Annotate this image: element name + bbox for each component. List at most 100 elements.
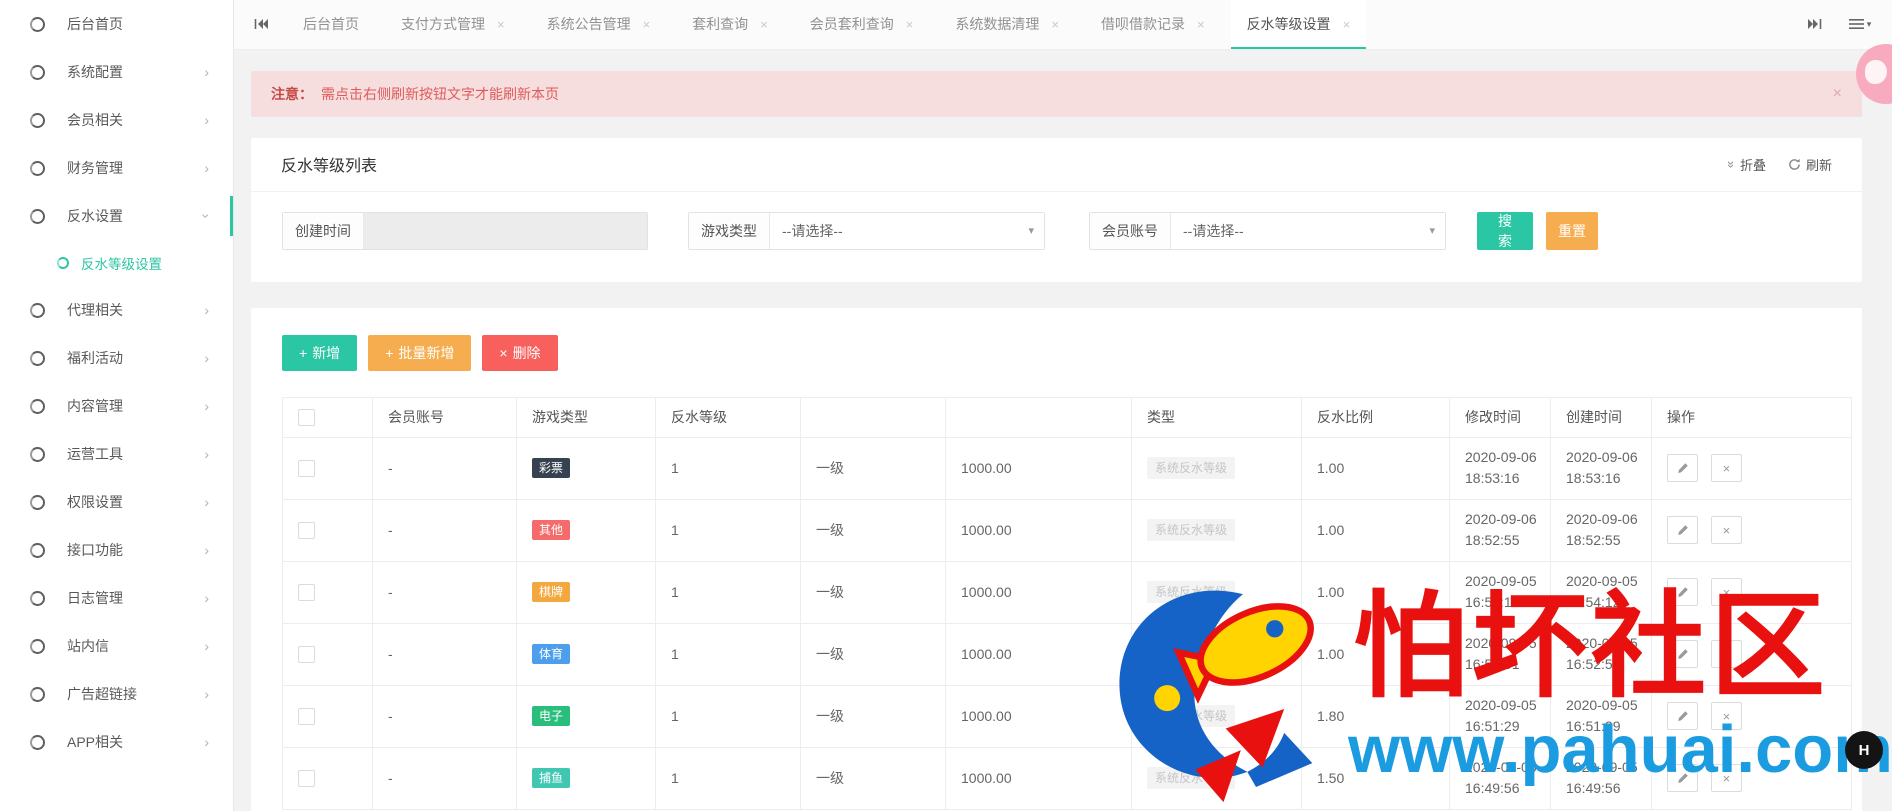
menu-ring-icon	[30, 734, 45, 750]
edit-row-button[interactable]	[1667, 702, 1698, 731]
close-notice-icon[interactable]: ×	[1833, 85, 1842, 103]
close-tab-icon[interactable]: ×	[760, 18, 768, 31]
sidebar-item[interactable]: 接口功能	[0, 526, 233, 574]
tab[interactable]: 会员套利查询 ×	[794, 0, 930, 49]
edit-row-button[interactable]	[1667, 454, 1698, 483]
close-tab-icon[interactable]: ×	[643, 18, 651, 31]
sidebar-item[interactable]: APP相关	[0, 718, 233, 766]
game-type-select[interactable]: --请选择-- ▾	[770, 212, 1044, 249]
sidebar-item[interactable]: 代理相关	[0, 286, 233, 334]
refresh-button[interactable]: 刷新	[1788, 155, 1832, 174]
cell-member: -	[372, 746, 517, 810]
scroll-tabs-right-icon[interactable]	[1794, 0, 1836, 49]
notice-label: 注意：	[271, 85, 313, 102]
create-time-input[interactable]	[364, 212, 647, 249]
close-tab-icon[interactable]: ×	[1197, 18, 1205, 31]
sidebar-item[interactable]: 财务管理	[0, 144, 233, 192]
tab[interactable]: 套利查询 ×	[676, 0, 784, 49]
menu-ring-icon	[30, 112, 45, 128]
sidebar-item[interactable]: 会员相关	[0, 96, 233, 144]
delete-row-button[interactable]: ×	[1710, 516, 1742, 545]
delete-row-button[interactable]: ×	[1710, 764, 1742, 793]
delete-row-button[interactable]: ×	[1710, 578, 1742, 607]
close-tab-icon[interactable]: ×	[497, 18, 505, 31]
reset-button[interactable]: 重置	[1546, 211, 1598, 250]
sidebar-item[interactable]: 反水设置	[0, 192, 233, 240]
col-ratio: 反水比例	[1301, 396, 1450, 438]
created-date: 2020-09-05	[1566, 573, 1638, 590]
sidebar-item-label: 权限设置	[67, 494, 123, 510]
sidebar-item[interactable]: 日志管理	[0, 574, 233, 622]
collapse-button[interactable]: » 折叠	[1724, 155, 1766, 174]
watermark-h-badge: H	[1845, 731, 1883, 769]
created-time: 16:51:29	[1566, 718, 1621, 735]
sidebar-item[interactable]: 广告超链接	[0, 670, 233, 718]
sidebar-item[interactable]: 福利活动	[0, 334, 233, 382]
menu-ring-icon	[30, 494, 45, 510]
chevron-icon	[204, 687, 209, 701]
edit-row-button[interactable]	[1667, 516, 1698, 545]
sidebar-item[interactable]: 内容管理	[0, 382, 233, 430]
chevron-icon	[204, 65, 209, 79]
game-type-label: 游戏类型	[689, 212, 770, 249]
tab[interactable]: 系统公告管理 ×	[531, 0, 667, 49]
sidebar-item[interactable]: 站内信	[0, 622, 233, 670]
main-area: 后台首页 支付方式管理 × 系统公告管理 × 套利查询 × 会员套利查询 × 系…	[234, 0, 1892, 811]
row-checkbox[interactable]	[298, 522, 315, 540]
row-checkbox[interactable]	[298, 584, 315, 602]
row-checkbox[interactable]	[298, 646, 315, 664]
cell-level-name: 一级	[800, 746, 946, 810]
delete-row-button[interactable]: ×	[1710, 702, 1742, 731]
sidebar-item[interactable]: 运营工具	[0, 430, 233, 478]
tab-menu-icon[interactable]: ▾	[1836, 0, 1884, 49]
filter-bar: 创建时间 游戏类型 --请选择-- ▾ 会员账号 --请选择-- ▾ 搜索 重置	[251, 192, 1862, 282]
delete-row-button[interactable]: ×	[1710, 454, 1742, 483]
chevron-icon	[204, 161, 209, 175]
tab[interactable]: 支付方式管理 ×	[385, 0, 521, 49]
refresh-icon	[1789, 158, 1800, 170]
sidebar-item[interactable]: 权限设置	[0, 478, 233, 526]
edit-row-button[interactable]	[1667, 764, 1698, 793]
modified-date: 2020-09-05	[1465, 697, 1537, 714]
tab-label: 借呗借款记录	[1100, 16, 1185, 33]
add-button[interactable]: + 新增	[282, 334, 358, 371]
plus-icon: +	[385, 344, 394, 361]
caret-down-icon: ▾	[1028, 225, 1034, 238]
cell-ratio: 1.50	[1301, 746, 1450, 810]
menu-ring-icon	[30, 64, 45, 80]
member-account-select[interactable]: --请选择-- ▾	[1171, 212, 1445, 249]
edit-row-button[interactable]	[1667, 578, 1698, 607]
cell-amount: 1000.00	[945, 498, 1132, 562]
modified-time: 16:52:51	[1465, 656, 1520, 673]
cell-level: 1	[655, 622, 801, 686]
filter-member-account: 会员账号 --请选择-- ▾	[1089, 211, 1446, 250]
close-tab-icon[interactable]: ×	[1343, 18, 1351, 31]
chevron-icon	[204, 351, 209, 365]
sidebar-item[interactable]: 系统配置	[0, 48, 233, 96]
table-header-row: 会员账号 游戏类型 反水等级 类型 反水比例 修改时间 创建时间 操作	[282, 396, 1852, 438]
delete-label: 删除	[512, 344, 541, 361]
row-checkbox[interactable]	[298, 708, 315, 726]
tab[interactable]: 系统数据清理 ×	[939, 0, 1075, 49]
batch-add-button[interactable]: + 批量新增	[368, 334, 472, 371]
scroll-tabs-left-icon[interactable]	[240, 0, 282, 49]
chevron-icon	[204, 495, 209, 509]
row-checkbox[interactable]	[298, 460, 315, 478]
sidebar-item[interactable]: 后台首页	[0, 0, 233, 48]
tab[interactable]: 反水等级设置 ×	[1230, 0, 1367, 49]
sidebar-item[interactable]: 反水等级设置	[0, 240, 233, 286]
delete-button[interactable]: × 删除	[482, 334, 558, 371]
tab[interactable]: 借呗借款记录 ×	[1085, 0, 1221, 49]
sidebar-item-label: 财务管理	[67, 160, 123, 176]
pencil-icon	[1677, 773, 1688, 784]
table-row: - 彩票 1 一级 1000.00 系统反水等级 1.00 2020-09-06…	[282, 436, 1852, 500]
tab[interactable]: 后台首页	[287, 0, 375, 49]
close-tab-icon[interactable]: ×	[1051, 18, 1059, 31]
delete-row-button[interactable]: ×	[1710, 640, 1742, 669]
type-badge: 系统反水等级	[1147, 457, 1236, 480]
close-tab-icon[interactable]: ×	[906, 18, 914, 31]
select-all-checkbox[interactable]	[298, 409, 315, 427]
edit-row-button[interactable]	[1667, 640, 1698, 669]
search-button[interactable]: 搜索	[1477, 211, 1533, 250]
row-checkbox[interactable]	[298, 770, 315, 788]
